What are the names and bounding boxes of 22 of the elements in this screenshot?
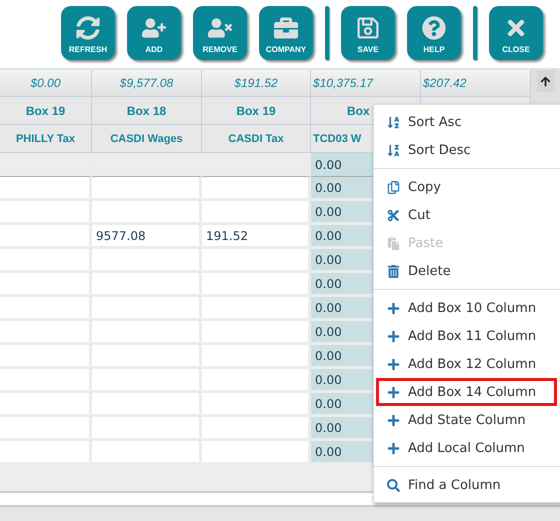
table-cell: 191.52	[202, 225, 311, 249]
toolbar-button[interactable]: REMOVE	[193, 6, 247, 60]
toolbar-button[interactable]: SAVE	[341, 6, 395, 60]
table-cell: 9577.08	[92, 225, 202, 249]
box-header[interactable]: Box 19	[202, 97, 311, 125]
column-header[interactable]: CASDI Tax	[202, 125, 311, 153]
box-header[interactable]: Box 19	[0, 97, 92, 125]
toolbar-button[interactable]: COMPANY	[259, 6, 313, 60]
column-total: $9,577.08	[92, 70, 202, 97]
toolbar-button[interactable]: REFRESH	[61, 6, 115, 60]
column-total: $10,375.17	[311, 70, 421, 97]
column-header[interactable]: CASDI Wages	[92, 125, 202, 153]
toolbar-button[interactable]: CLOSE	[489, 6, 543, 60]
toolbar-button[interactable]: ADD	[127, 6, 181, 60]
toolbar-button[interactable]: HELP	[407, 6, 461, 60]
column-header[interactable]: PHILLY Tax	[0, 125, 92, 153]
menu-item[interactable]: Add Box 14 Column	[376, 378, 557, 406]
column-total: $207.42	[421, 70, 531, 97]
column-total: $0.00	[0, 70, 92, 97]
box-header[interactable]: Box 18	[92, 97, 202, 125]
column-total: $191.52	[202, 70, 311, 97]
menu-item[interactable]: Find a Column	[376, 471, 557, 499]
